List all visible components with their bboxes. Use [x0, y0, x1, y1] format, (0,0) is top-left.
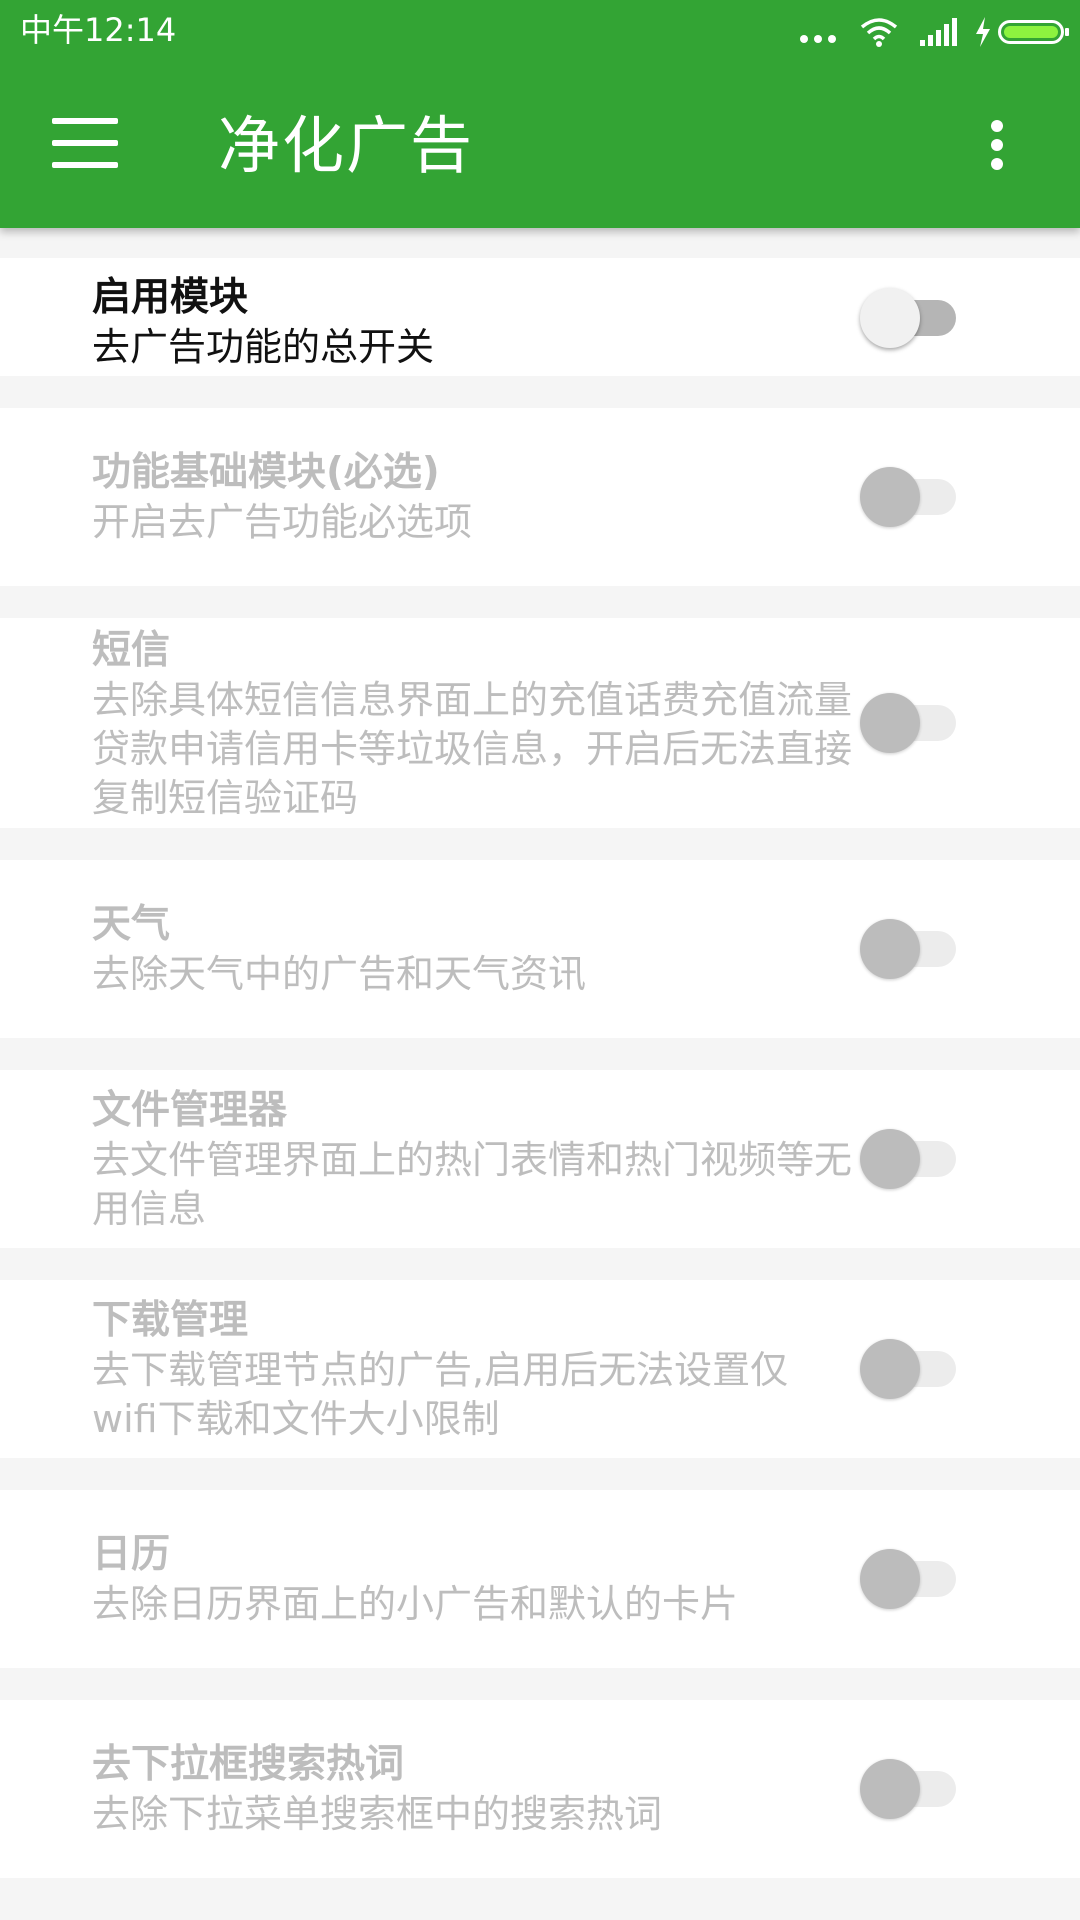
setting-title: 日历 — [92, 1532, 171, 1577]
page-title: 净化广告 — [218, 109, 475, 182]
setting-title: 短信 — [92, 628, 171, 673]
toggle-switch[interactable] — [858, 919, 958, 979]
setting-description: 去除天气中的广告和天气资讯 — [92, 952, 587, 996]
setting-description: 去文件管理界面上的热门表情和热门视频等无用信息 — [92, 1138, 853, 1231]
setting-title: 去下拉框搜索热词 — [92, 1742, 405, 1787]
setting-title: 文件管理器 — [92, 1088, 288, 1133]
setting-sms[interactable]: 短信 去除具体短信信息界面上的充值话费充值流量贷款申请信用卡等垃圾信息，开启后无… — [0, 618, 1080, 828]
status-time: 中午12:14 — [20, 11, 177, 49]
setting-title: 天气 — [92, 902, 171, 947]
status-bar: 中午12:14 — [0, 0, 1080, 62]
toggle-switch[interactable] — [858, 1339, 958, 1399]
toggle-switch[interactable] — [858, 1549, 958, 1609]
setting-description: 去广告功能的总开关 — [92, 325, 435, 369]
setting-dropdown-search-hotwords[interactable]: 去下拉框搜索热词 去除下拉菜单搜索框中的搜索热词 — [0, 1700, 1080, 1878]
setting-description: 去除日历界面上的小广告和默认的卡片 — [92, 1582, 739, 1626]
more-dots-icon — [800, 35, 836, 43]
toggle-switch[interactable] — [858, 288, 958, 348]
status-icons — [800, 12, 1069, 52]
toggle-switch[interactable] — [858, 1759, 958, 1819]
setting-description: 去除下拉菜单搜索框中的搜索热词 — [92, 1792, 663, 1836]
setting-title: 启用模块 — [92, 275, 249, 320]
hamburger-menu-icon[interactable] — [52, 118, 118, 168]
toggle-switch[interactable] — [858, 467, 958, 527]
app-bar: 中午12:14 净化广告 — [0, 0, 1080, 228]
setting-weather[interactable]: 天气 去除天气中的广告和天气资讯 — [0, 860, 1080, 1038]
battery-icon — [998, 20, 1069, 44]
signal-icon — [920, 18, 957, 46]
setting-title: 下载管理 — [92, 1298, 249, 1343]
setting-calendar[interactable]: 日历 去除日历界面上的小广告和默认的卡片 — [0, 1490, 1080, 1668]
setting-download-manager[interactable]: 下载管理 去下载管理节点的广告,启用后无法设置仅wifi下载和文件大小限制 — [0, 1280, 1080, 1458]
setting-description: 去下载管理节点的广告,启用后无法设置仅wifi下载和文件大小限制 — [92, 1348, 789, 1441]
charging-bolt-icon — [976, 17, 990, 47]
setting-description: 去除具体短信信息界面上的充值话费充值流量贷款申请信用卡等垃圾信息，开启后无法直接… — [92, 678, 853, 820]
toggle-switch[interactable] — [858, 1129, 958, 1189]
wifi-icon — [860, 18, 898, 47]
overflow-menu-icon[interactable] — [980, 118, 1014, 172]
setting-description: 开启去广告功能必选项 — [92, 500, 473, 544]
setting-enable-module[interactable]: 启用模块 去广告功能的总开关 — [0, 258, 1080, 376]
toggle-switch[interactable] — [858, 693, 958, 753]
setting-file-manager[interactable]: 文件管理器 去文件管理界面上的热门表情和热门视频等无用信息 — [0, 1070, 1080, 1248]
setting-title: 功能基础模块(必选) — [92, 450, 440, 495]
setting-base-module[interactable]: 功能基础模块(必选) 开启去广告功能必选项 — [0, 408, 1080, 586]
